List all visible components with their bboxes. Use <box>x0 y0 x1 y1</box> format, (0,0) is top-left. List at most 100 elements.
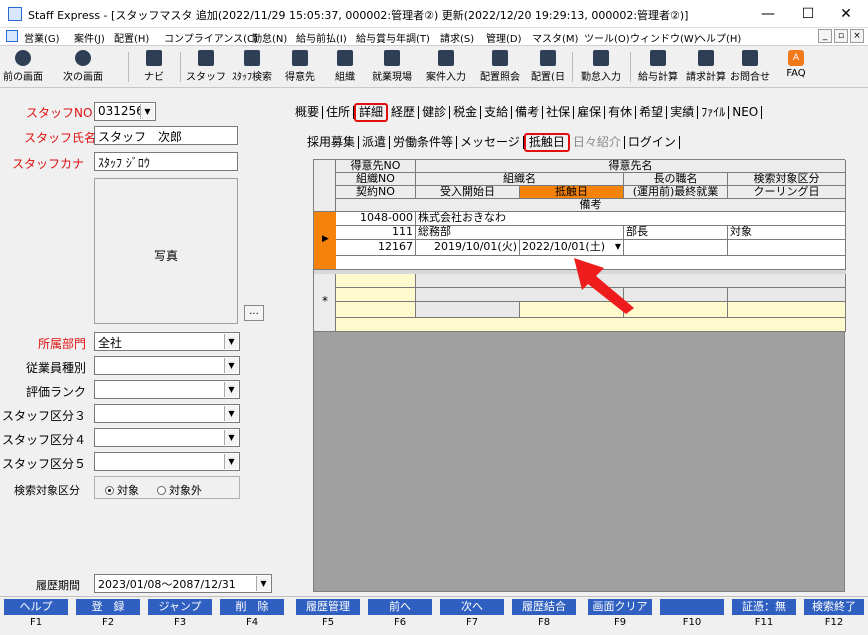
cell-search-target[interactable]: 対象 <box>728 226 846 240</box>
cell-title[interactable]: 部長 <box>624 226 728 240</box>
tab-career[interactable]: 経歴 <box>388 106 420 119</box>
close-button[interactable]: ✕ <box>826 0 866 28</box>
menu-item-jobs[interactable]: 案件(J) <box>74 30 105 45</box>
placement-day-button[interactable]: 配置(日 <box>528 48 568 86</box>
new-cell-contract-no[interactable] <box>336 302 416 318</box>
col-client-no[interactable]: 得意先NO <box>336 160 416 173</box>
tab-detail[interactable]: 詳細 <box>354 103 389 122</box>
billing-calc-button[interactable]: 請求計算 <box>682 48 730 86</box>
col-cooling-date[interactable]: クーリング日 <box>728 186 846 199</box>
kubun3-combo[interactable]: ▼ <box>94 404 240 423</box>
chevron-down-icon[interactable]: ▼ <box>615 240 621 254</box>
emp-type-combo[interactable]: ▼ <box>94 356 240 375</box>
history-merge-button[interactable]: 履歴結合 <box>512 599 576 615</box>
organization-button[interactable]: 組織 <box>328 48 362 86</box>
menu-item-help[interactable]: ヘルプ(H) <box>696 30 741 45</box>
f10-button[interactable] <box>660 599 724 615</box>
tab-tax[interactable]: 税金 <box>450 106 482 119</box>
menu-item-placement[interactable]: 配置(H) <box>114 30 149 45</box>
next-screen-button[interactable]: 次の画面 <box>54 48 112 86</box>
menu-item-advance-pay[interactable]: 給与前払(I) <box>296 30 347 45</box>
tab-message[interactable]: メッセージ <box>457 136 524 149</box>
kubun4-combo[interactable]: ▼ <box>94 428 240 447</box>
register-button[interactable]: 登 録 <box>76 599 140 615</box>
staff-name-input[interactable]: スタッフ 次郎 <box>94 126 238 145</box>
col-remarks[interactable]: 備考 <box>336 199 846 212</box>
cell-start-date[interactable]: 2019/10/01(火) <box>416 240 520 256</box>
minimize-button[interactable]: — <box>748 0 788 28</box>
new-cell-org-no[interactable] <box>336 288 416 302</box>
tab-overview[interactable]: 概要 <box>292 106 324 119</box>
menu-item-admin[interactable]: 管理(D) <box>486 30 522 45</box>
cell-cooling-date[interactable] <box>728 240 846 256</box>
col-title[interactable]: 長の職名 <box>624 173 728 186</box>
cell-conflict-date[interactable]: 2022/10/01(土) ▼ <box>520 240 624 256</box>
col-client-name[interactable]: 得意先名 <box>416 160 846 173</box>
dept-combo[interactable]: 全社 ▼ <box>94 332 240 351</box>
worksite-button[interactable]: 就業現場 <box>368 48 416 86</box>
delete-button[interactable]: 削 除 <box>220 599 284 615</box>
job-entry-button[interactable]: 案件入力 <box>422 48 470 86</box>
placement-inquiry-button[interactable]: 配置照会 <box>476 48 524 86</box>
staff-no-combo[interactable]: 031256 ▼ <box>94 102 156 121</box>
tab-paid-leave[interactable]: 有休 <box>605 106 637 119</box>
clear-screen-button[interactable]: 画面クリア <box>588 599 652 615</box>
col-search-target[interactable]: 検索対象区分 <box>728 173 846 186</box>
tab-wishes[interactable]: 希望 <box>636 106 668 119</box>
col-last-work[interactable]: (運用前)最終就業 <box>624 186 728 199</box>
menu-item-compliance[interactable]: コンプライアンス(C) <box>164 30 258 45</box>
menu-item-window[interactable]: ウィンドウ(W) <box>630 30 698 45</box>
tab-address[interactable]: 住所 <box>323 106 355 119</box>
attendance-entry-button[interactable]: 勤怠入力 <box>576 48 626 86</box>
tab-recruit[interactable]: 採用募集 <box>304 136 360 149</box>
col-org-no[interactable]: 組織NO <box>336 173 416 186</box>
tab-notes[interactable]: 備考 <box>512 106 544 119</box>
cell-client-name[interactable]: 株式会社おきなわ <box>416 212 846 226</box>
staff-kana-input[interactable]: ｽﾀｯﾌ ｼﾞﾛｳ <box>94 152 238 171</box>
mdi-minimize-button[interactable]: _ <box>818 29 832 43</box>
cell-last-work[interactable] <box>624 240 728 256</box>
staff-button[interactable]: スタッフ <box>186 48 226 86</box>
new-cell-search[interactable] <box>728 288 846 302</box>
period-combo[interactable]: 2023/01/08〜2087/12/31 ▼ <box>94 574 272 593</box>
cell-client-no[interactable]: 1048-000 <box>336 212 416 226</box>
tab-dispatch[interactable]: 派遣 <box>359 136 391 149</box>
maximize-button[interactable]: ☐ <box>788 0 828 28</box>
tab-neo[interactable]: NEO <box>729 106 763 119</box>
new-cell-remarks[interactable] <box>336 318 846 332</box>
client-button[interactable]: 得意先 <box>280 48 320 86</box>
col-org-name[interactable]: 組織名 <box>416 173 624 186</box>
row-selector-new[interactable]: * <box>314 274 336 332</box>
jump-button[interactable]: ジャンプ <box>148 599 212 615</box>
radio-non-target[interactable]: 対象外 <box>157 482 202 498</box>
mdi-close-button[interactable]: × <box>850 29 864 43</box>
search-end-button[interactable]: 検索終了 <box>804 599 864 615</box>
radio-target[interactable]: 対象 <box>105 482 139 498</box>
cell-contract-no[interactable]: 12167 <box>336 240 416 256</box>
next-button[interactable]: 次へ <box>440 599 504 615</box>
kubun5-combo[interactable]: ▼ <box>94 452 240 471</box>
prev-screen-button[interactable]: 前の画面 <box>2 48 44 86</box>
row-selector-current[interactable]: ▶ <box>314 212 336 270</box>
tab-labor-conditions[interactable]: 労働条件等 <box>390 136 458 149</box>
tab-daily-referral[interactable]: 日々紹介 <box>570 136 625 149</box>
rank-combo[interactable]: ▼ <box>94 380 240 399</box>
tab-social-insurance[interactable]: 社保 <box>543 106 575 119</box>
menu-item-payroll[interactable]: 給与賞与年調(T) <box>356 30 430 45</box>
cell-org-no[interactable]: 111 <box>336 226 416 240</box>
evidence-button[interactable]: 証憑：無 <box>732 599 796 615</box>
menu-item-billing[interactable]: 請求(S) <box>440 30 474 45</box>
tab-login[interactable]: ログイン <box>625 136 680 149</box>
col-contract-no[interactable]: 契約NO <box>336 186 416 199</box>
navi-button[interactable]: ナビ <box>136 48 172 86</box>
tab-payment[interactable]: 支給 <box>481 106 513 119</box>
faq-button[interactable]: A FAQ <box>780 48 812 86</box>
col-conflict-date[interactable]: 抵触日 <box>520 186 624 199</box>
col-start-date[interactable]: 受入開始日 <box>416 186 520 199</box>
menu-item-master[interactable]: マスタ(M) <box>532 30 578 45</box>
new-cell-start-date[interactable] <box>416 302 520 318</box>
tab-employment-insurance[interactable]: 雇保 <box>574 106 606 119</box>
menu-item-tools[interactable]: ツール(O) <box>584 30 630 45</box>
menu-item-sales[interactable]: 営業(G) <box>24 30 60 45</box>
inquiry-button[interactable]: お問合せ <box>728 48 772 86</box>
